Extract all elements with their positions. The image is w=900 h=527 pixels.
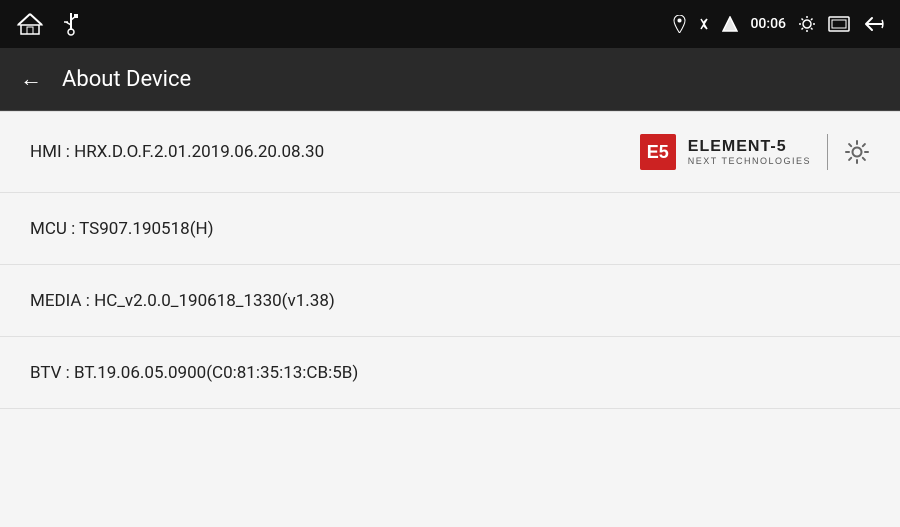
brightness-icon: [798, 15, 816, 33]
e5-logo: E5: [640, 134, 676, 170]
page-title: About Device: [62, 67, 191, 92]
gps-icon: [673, 15, 686, 33]
usb-icon: [64, 12, 78, 36]
home-icon: [16, 12, 44, 36]
content-area: HMI : HRX.D.O.F.2.01.2019.06.20.08.30 E5…: [0, 111, 900, 527]
brand-sub: NEXT TECHNOLOGIES: [688, 156, 811, 166]
brand-text: ELEMENT-5 NEXT TECHNOLOGIES: [688, 138, 811, 166]
brand-divider: [827, 134, 828, 170]
back-button[interactable]: ←: [20, 66, 42, 92]
media-row: MEDIA : HC_v2.0.0_190618_1330(v1.38): [0, 265, 900, 337]
back-arrow-icon[interactable]: [862, 15, 884, 33]
mcu-label: MCU : TS907.190518(H): [30, 219, 214, 239]
brand-name: ELEMENT-5: [688, 138, 811, 156]
status-right-icons: 00:06: [673, 15, 884, 33]
status-left-icons: [16, 12, 78, 36]
hmi-row: HMI : HRX.D.O.F.2.01.2019.06.20.08.30 E5…: [0, 111, 900, 193]
hmi-label: HMI : HRX.D.O.F.2.01.2019.06.20.08.30: [30, 142, 324, 162]
btv-label: BTV : BT.19.06.05.0900(C0:81:35:13:CB:5B…: [30, 363, 358, 383]
gear-icon[interactable]: [844, 139, 870, 165]
signal-icon: [722, 16, 738, 32]
bluetooth-icon: [698, 15, 710, 33]
screen-icon: [828, 16, 850, 32]
nav-bar: ← About Device: [0, 48, 900, 111]
media-label: MEDIA : HC_v2.0.0_190618_1330(v1.38): [30, 291, 335, 311]
btv-row: BTV : BT.19.06.05.0900(C0:81:35:13:CB:5B…: [0, 337, 900, 409]
mcu-row: MCU : TS907.190518(H): [0, 193, 900, 265]
status-bar: 00:06: [0, 0, 900, 48]
status-time: 00:06: [750, 16, 786, 32]
brand-area: E5 ELEMENT-5 NEXT TECHNOLOGIES: [640, 134, 870, 170]
